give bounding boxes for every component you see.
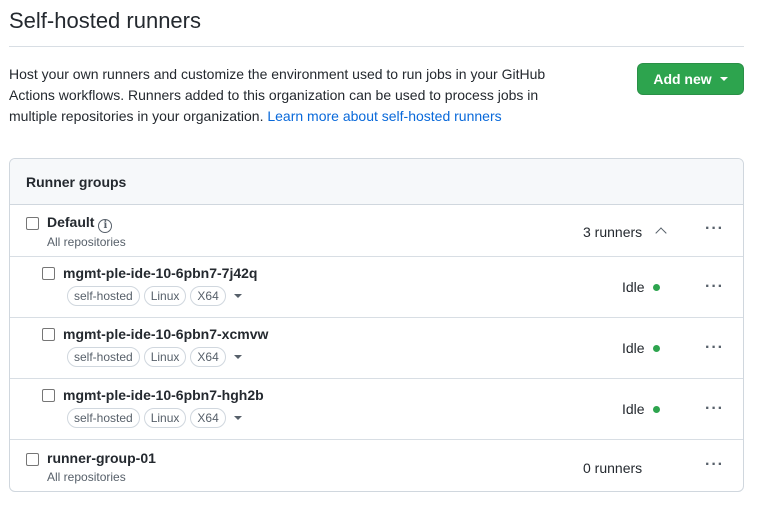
runner-label[interactable]: Linux (143, 347, 187, 367)
runner-label[interactable]: self-hosted (67, 347, 140, 367)
kebab-horizontal-icon[interactable]: ··· (705, 279, 724, 295)
status-dot-icon (652, 283, 660, 291)
runner-status: Idle (622, 401, 660, 417)
page-title: Self-hosted runners (9, 8, 201, 33)
runner-label[interactable]: self-hosted (67, 286, 140, 306)
runner-row: mgmt-ple-ide-10-6pbn7-7j42q self-hosted … (10, 257, 743, 318)
runner-label[interactable]: Linux (143, 286, 187, 306)
runner-checkbox[interactable] (42, 389, 55, 402)
labels-caret-down-icon[interactable] (233, 416, 242, 420)
group-name-default: Default i (47, 214, 113, 233)
runner-status-text: Idle (622, 340, 645, 356)
kebab-horizontal-icon[interactable]: ··· (705, 340, 724, 356)
chevron-up-icon[interactable] (655, 227, 667, 239)
status-dot-icon (652, 344, 660, 352)
runner-name: mgmt-ple-ide-10-6pbn7-xcmvw (63, 326, 269, 342)
runner-status-text: Idle (622, 401, 645, 417)
group-scope-01: All repositories (47, 470, 126, 484)
caret-down-icon (719, 77, 728, 81)
runner-checkbox[interactable] (42, 328, 55, 341)
title-divider (9, 46, 744, 47)
add-new-label: Add new (653, 71, 712, 87)
intro-text: Host your own runners and customize the … (9, 64, 589, 127)
add-new-button[interactable]: Add new (637, 63, 744, 95)
group-name-01: runner-group-01 (47, 450, 156, 466)
group-checkbox-01[interactable] (26, 453, 39, 466)
runner-groups-header: Runner groups (10, 159, 743, 205)
runner-row: mgmt-ple-ide-10-6pbn7-xcmvw self-hosted … (10, 318, 743, 379)
runner-labels: self-hosted Linux X64 (67, 408, 242, 428)
runner-group-row-01: runner-group-01 All repositories 0 runne… (10, 440, 743, 491)
status-dot-icon (652, 405, 660, 413)
runner-label[interactable]: X64 (190, 408, 226, 428)
runner-status-text: Idle (622, 279, 645, 295)
runner-label[interactable]: X64 (190, 347, 226, 367)
labels-caret-down-icon[interactable] (233, 355, 242, 359)
runner-name: mgmt-ple-ide-10-6pbn7-7j42q (63, 265, 258, 281)
runner-status: Idle (622, 340, 660, 356)
runner-checkbox[interactable] (42, 267, 55, 280)
runner-label[interactable]: Linux (143, 408, 187, 428)
kebab-horizontal-icon[interactable]: ··· (705, 401, 724, 417)
info-icon[interactable]: i (98, 218, 113, 233)
runner-name: mgmt-ple-ide-10-6pbn7-hgh2b (63, 387, 264, 403)
kebab-horizontal-icon[interactable]: ··· (705, 457, 724, 473)
runner-status: Idle (622, 279, 660, 295)
group-checkbox-default[interactable] (26, 217, 39, 230)
runner-row: mgmt-ple-ide-10-6pbn7-hgh2b self-hosted … (10, 379, 743, 440)
runner-label[interactable]: self-hosted (67, 408, 140, 428)
group-runner-count: 0 runners (583, 460, 643, 476)
runner-group-row-default: Default i All repositories 3 runners ··· (10, 205, 743, 257)
learn-more-link[interactable]: Learn more about self-hosted runners (267, 108, 501, 124)
runner-groups-box: Runner groups Default i All repositories … (9, 158, 744, 492)
runner-label[interactable]: X64 (190, 286, 226, 306)
kebab-horizontal-icon[interactable]: ··· (705, 221, 724, 237)
group-runner-count: 3 runners (583, 224, 643, 240)
runner-labels: self-hosted Linux X64 (67, 286, 242, 306)
group-scope-default: All repositories (47, 235, 126, 249)
group-name-text: Default (47, 214, 95, 230)
labels-caret-down-icon[interactable] (233, 294, 242, 298)
runner-labels: self-hosted Linux X64 (67, 347, 242, 367)
